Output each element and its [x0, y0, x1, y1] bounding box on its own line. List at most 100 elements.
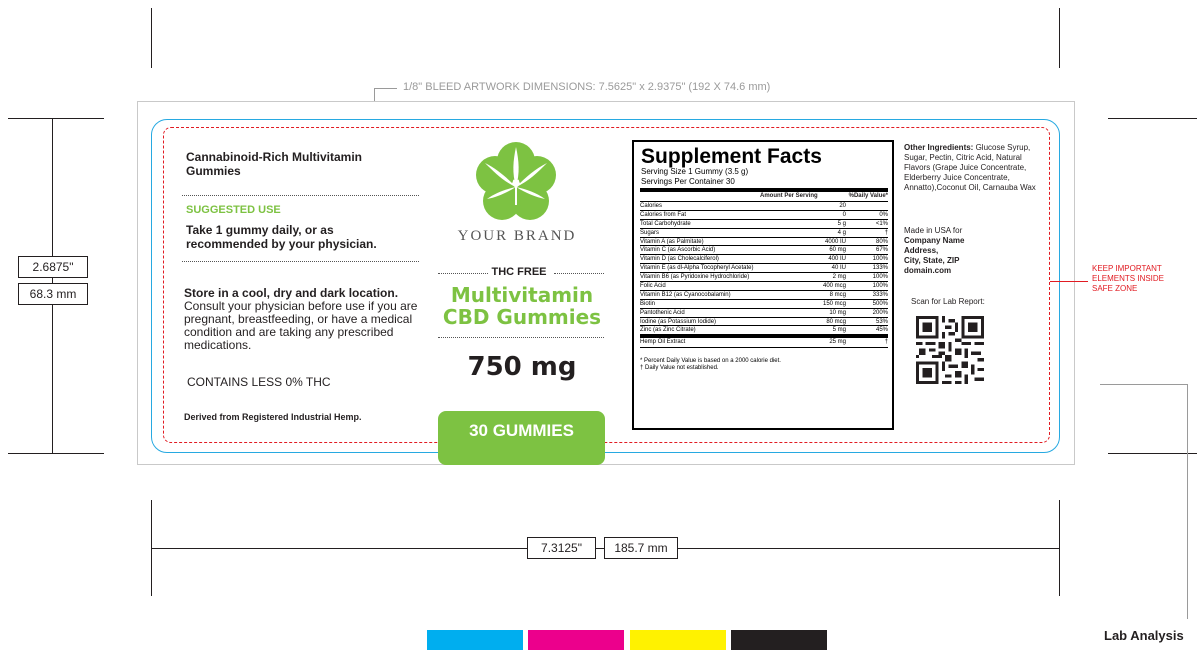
thc-free-label: THC FREE	[491, 266, 547, 278]
company-domain: domain.com	[904, 266, 952, 275]
safe-zone-note: KEEP IMPORTANT ELEMENTS INSIDE SAFE ZONE	[1092, 264, 1164, 294]
nutrient-row: Iodine (as Potassium Iodide) 80 mcg 53%	[640, 318, 888, 327]
product-name-line-2: CBD Gummies	[442, 305, 602, 329]
safe-zone-note-line-2: ELEMENTS INSIDE	[1092, 274, 1165, 283]
nutrient-row: Vitamin D (as Cholecalciferol) 400 IU 100%	[640, 255, 888, 265]
nutrient-daily-value: 200%	[872, 309, 888, 316]
nutrient-daily-value: 133%	[872, 265, 888, 272]
nutrient-amount: 40 IU	[831, 265, 846, 272]
nutrient-name: Folic Acid	[640, 283, 666, 290]
nutrient-name: Vitamin C (as Ascorbic Acid)	[640, 247, 716, 254]
nutrient-name: Vitamin B12 (as Cyanocobalamin)	[640, 291, 731, 298]
safe-zone-leader	[1050, 281, 1088, 282]
made-in-usa: Made in USA for	[904, 226, 963, 235]
nutrient-amount: 10 mg	[829, 309, 846, 316]
manufacturer-info: Made in USA for Company Name Address, Ci…	[904, 226, 964, 276]
nutrient-daily-value: 100%	[872, 274, 888, 281]
divider-1	[182, 195, 419, 196]
lab-analysis-leader	[1100, 384, 1188, 619]
company-name: Company Name	[904, 236, 965, 245]
footnote-daily-value: * Percent Daily Value is based on a 2000…	[640, 358, 781, 365]
hemp-row-amount: 25 mg	[829, 339, 846, 346]
hemp-row-name: Hemp Oil Extract	[640, 339, 686, 346]
nutrient-row: Calories from Fat 0 0%	[640, 211, 888, 220]
nutrient-table: Amount Per Serving %Daily Value* Calorie…	[640, 188, 888, 372]
nutrient-daily-value: 80%	[875, 238, 888, 245]
thc-free-rule-left	[438, 273, 488, 274]
nutrient-name: Calories	[640, 203, 663, 209]
nutrient-row: Zinc (as Zinc Citrate) 5 mg 45%	[640, 326, 888, 336]
width-inches-box: 7.3125"	[527, 537, 596, 559]
nutrient-amount: 4000 IU	[824, 238, 846, 245]
nutrient-row: Calories 20	[640, 202, 888, 211]
nutrient-row: Pantothenic Acid 10 mg 200%	[640, 309, 888, 318]
nutrient-name: Total Carbohydrate	[640, 220, 691, 227]
nutrient-amount: 20	[839, 203, 846, 209]
nutrient-daily-value: <1%	[875, 220, 888, 227]
product-title: Cannabinoid-Rich Multivitamin Gummies	[186, 150, 362, 178]
nutrient-daily-value: 0%	[879, 211, 888, 218]
width-mm-box: 185.7 mm	[604, 537, 678, 559]
bleed-title-leader	[374, 88, 397, 102]
supplement-facts-title: Supplement Facts	[641, 145, 822, 168]
nutrient-row: Vitamin B6 (as Pyridoxine Hydrochloride)…	[640, 273, 888, 283]
safe-zone-note-line-3: SAFE ZONE	[1092, 284, 1138, 293]
nutrient-daily-value: 53%	[875, 318, 888, 325]
company-address: Address,	[904, 246, 939, 255]
lab-analysis-label: Lab Analysis	[1104, 628, 1184, 643]
nutrient-name: Vitamin B6 (as Pyridoxine Hydrochloride)	[640, 274, 750, 281]
qr-code-icon[interactable]	[916, 316, 984, 384]
brand-name: YOUR BRAND	[457, 228, 577, 244]
nutrient-daily-value: 100%	[872, 256, 888, 263]
crop-mark-left-bottom	[8, 453, 104, 454]
nutrient-daily-value: 67%	[875, 247, 888, 254]
other-ingredients: Other Ingredients: Glucose Syrup, Sugar,…	[904, 143, 1044, 193]
safe-zone-note-line-1: KEEP IMPORTANT	[1092, 264, 1162, 273]
nutrient-amount: 5 mg	[832, 327, 846, 334]
daily-value-column-header: %Daily Value*	[848, 193, 888, 199]
nutrient-daily-value: 100%	[872, 283, 888, 290]
thc-content-note: CONTAINS LESS 0% THC	[187, 375, 331, 389]
height-mm-box: 68.3 mm	[18, 283, 88, 305]
thc-free-rule-right	[554, 273, 604, 274]
swatch-cyan	[427, 630, 523, 650]
nutrient-row: Vitamin C (as Ascorbic Acid) 60 mg 67%	[640, 246, 888, 256]
other-ingredients-label: Other Ingredients:	[904, 143, 974, 152]
nutrient-amount: 0	[842, 211, 846, 218]
nutrient-amount: 2 mg	[832, 274, 846, 281]
nutrient-name: Vitamin E (as dl-Alpha Tocopheryl Acetat…	[640, 265, 754, 272]
nutrient-row: Sugars 4 g †	[640, 229, 888, 238]
crop-mark-left-top	[8, 118, 104, 119]
hemp-source-note: Derived from Registered Industrial Hemp.	[184, 412, 362, 422]
nutrient-daily-value: 500%	[872, 300, 888, 307]
nutrient-row: Folic Acid 400 mcg 100%	[640, 282, 888, 291]
nutrient-name: Zinc (as Zinc Citrate)	[640, 327, 696, 334]
storage-text: Consult your physician before use if you…	[184, 299, 418, 352]
amount-column-header: Amount Per Serving	[760, 193, 818, 199]
nutrient-amount: 80 mcg	[826, 318, 846, 325]
cannabis-leaf-flower-icon	[476, 142, 556, 220]
nutrient-row: Biotin 150 mcg 500%	[640, 300, 888, 309]
footnote-not-established: † Daily Value not established.	[640, 365, 719, 372]
nutrient-amount: 400 mcg	[822, 283, 846, 290]
suggested-use-heading: SUGGESTED USE	[186, 204, 281, 216]
crop-mark-top-right	[1059, 8, 1060, 68]
swatch-yellow	[630, 630, 726, 650]
swatch-black	[731, 630, 827, 650]
hemp-row: Hemp Oil Extract 25 mg †	[640, 335, 888, 349]
nutrient-amount: 150 mcg	[822, 300, 846, 307]
crop-mark-right-top	[1108, 118, 1197, 119]
crop-mark-bottom-right	[1059, 500, 1060, 596]
nutrient-row: Total Carbohydrate 5 g <1%	[640, 220, 888, 229]
nutrient-amount: 8 mcg	[829, 291, 846, 298]
nutrient-rows: Calories 20 Calories from Fat 0 0% Total Carb…	[640, 202, 888, 336]
nutrient-daily-value: †	[884, 229, 888, 236]
nutrient-row: Vitamin A (as Palmitate) 4000 IU 80%	[640, 238, 888, 247]
strength-label: 750 mg	[467, 352, 577, 382]
bleed-dimensions-title: 1/8" BLEED ARTWORK DIMENSIONS: 7.5625" x…	[403, 81, 771, 93]
nutrient-name: Calories from Fat	[640, 211, 687, 218]
divider-2	[182, 261, 419, 262]
swatch-magenta	[528, 630, 624, 650]
nutrient-amount: 400 IU	[828, 256, 846, 263]
nutrient-table-header: Amount Per Serving %Daily Value*	[640, 188, 888, 202]
